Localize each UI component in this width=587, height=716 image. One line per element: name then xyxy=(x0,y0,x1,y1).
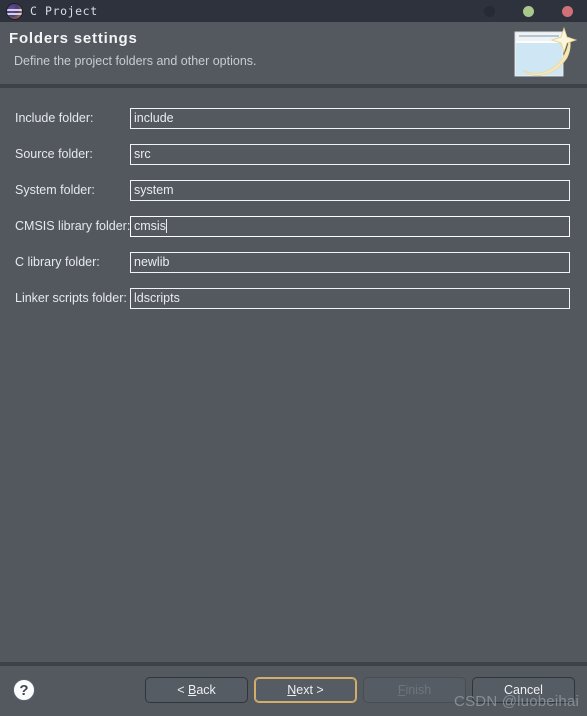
page-title: Folders settings xyxy=(9,30,138,47)
window-controls xyxy=(484,0,573,22)
help-icon[interactable]: ? xyxy=(13,679,35,701)
help-glyph: ? xyxy=(19,681,29,699)
window-title: C Project xyxy=(30,4,98,18)
text-cursor xyxy=(165,219,167,233)
title-bar: C Project xyxy=(0,0,587,22)
field-row: Linker scripts folder: xyxy=(0,280,587,316)
c-project-wizard-window: C Project Folders settings Define the pr… xyxy=(0,0,587,716)
back-button-label: < Back xyxy=(177,683,216,697)
maximize-button[interactable] xyxy=(523,5,534,17)
c-library-folder-input[interactable] xyxy=(130,251,570,273)
field-row: System folder: xyxy=(0,172,587,208)
folders-settings-form: Include folder: Source folder: System fo… xyxy=(0,88,587,662)
field-row: Source folder: xyxy=(0,136,587,172)
source-folder-input[interactable] xyxy=(130,143,570,165)
finish-button-label: Finish xyxy=(397,683,432,697)
include-folder-label: Include folder: xyxy=(15,111,94,125)
include-folder-input[interactable] xyxy=(130,107,570,129)
wizard-banner-icon xyxy=(514,26,578,77)
source-folder-label: Source folder: xyxy=(15,147,93,161)
eclipse-c-project-icon xyxy=(7,3,22,19)
wizard-footer: ? < Back Next > Finish Cancel CSDN @luob… xyxy=(0,662,587,716)
field-row: C library folder: xyxy=(0,244,587,280)
finish-button: Finish xyxy=(363,677,466,703)
page-subtitle: Define the project folders and other opt… xyxy=(14,54,257,68)
cmsis-library-folder-input[interactable] xyxy=(130,215,570,237)
next-button-label: Next > xyxy=(287,683,324,697)
field-row: Include folder: xyxy=(0,100,587,136)
next-button[interactable]: Next > xyxy=(254,677,357,703)
system-folder-input[interactable] xyxy=(130,179,570,201)
linker-scripts-folder-input[interactable] xyxy=(130,287,570,309)
system-folder-label: System folder: xyxy=(15,183,95,197)
cmsis-library-folder-label: CMSIS library folder: xyxy=(15,219,131,233)
close-button[interactable] xyxy=(562,5,573,17)
csdn-watermark: CSDN @luobeihai xyxy=(454,693,579,710)
linker-scripts-folder-label: Linker scripts folder: xyxy=(15,291,127,305)
field-row: CMSIS library folder: xyxy=(0,208,587,244)
minimize-button[interactable] xyxy=(484,5,495,17)
c-library-folder-label: C library folder: xyxy=(15,255,100,269)
wizard-header: Folders settings Define the project fold… xyxy=(0,22,587,88)
back-button[interactable]: < Back xyxy=(145,677,248,703)
